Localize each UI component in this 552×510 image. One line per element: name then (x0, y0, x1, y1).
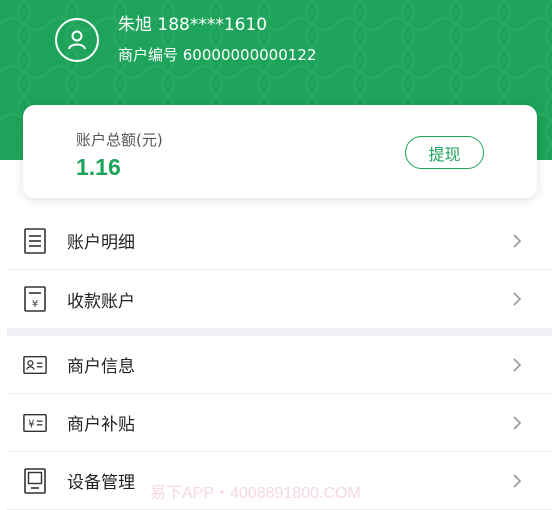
svg-text:¥: ¥ (28, 419, 35, 430)
avatar[interactable] (55, 18, 99, 62)
merchant-id: 商户编号 60000000000122 (118, 46, 317, 64)
menu-item-label: 账户明细 (67, 233, 135, 253)
menu-item-merchant-subsidy[interactable]: ¥ 商户补贴 (7, 394, 552, 452)
menu-item-merchant-info[interactable]: 商户信息 (7, 336, 552, 394)
merchant-name-phone: 朱旭 188****1610 (118, 15, 268, 35)
account-page: 朱旭 188****1610 商户编号 60000000000122 账户总额(… (0, 0, 552, 510)
withdraw-button[interactable]: 提现 (405, 136, 484, 169)
yuan-card-icon: ¥ (23, 409, 47, 437)
chevron-right-icon (513, 416, 522, 430)
balance-label: 账户总额(元) (76, 131, 163, 149)
menu-item-label: 商户补贴 (67, 415, 135, 435)
svg-text:¥: ¥ (32, 299, 38, 310)
chevron-right-icon (513, 234, 522, 248)
menu-item-receiving-account[interactable]: ¥ 收款账户 (7, 270, 552, 328)
document-icon (23, 227, 47, 255)
menu-item-label: 设备管理 (67, 473, 135, 493)
chevron-right-icon (513, 292, 522, 306)
user-icon (68, 30, 86, 50)
balance-card: 账户总额(元) 1.16 提现 (23, 105, 537, 198)
yuan-document-icon: ¥ (23, 285, 47, 313)
device-icon (23, 467, 47, 495)
menu-item-account-details[interactable]: 账户明细 (7, 212, 552, 270)
watermark-text: 易下APP・4008891800.COM (150, 485, 361, 502)
chevron-right-icon (513, 358, 522, 372)
menu-item-label: 收款账户 (67, 291, 135, 312)
section-divider (7, 328, 552, 336)
balance-value: 1.16 (76, 154, 121, 180)
menu-item-label: 商户信息 (67, 357, 135, 377)
id-card-icon (23, 351, 47, 379)
chevron-right-icon (513, 474, 522, 488)
